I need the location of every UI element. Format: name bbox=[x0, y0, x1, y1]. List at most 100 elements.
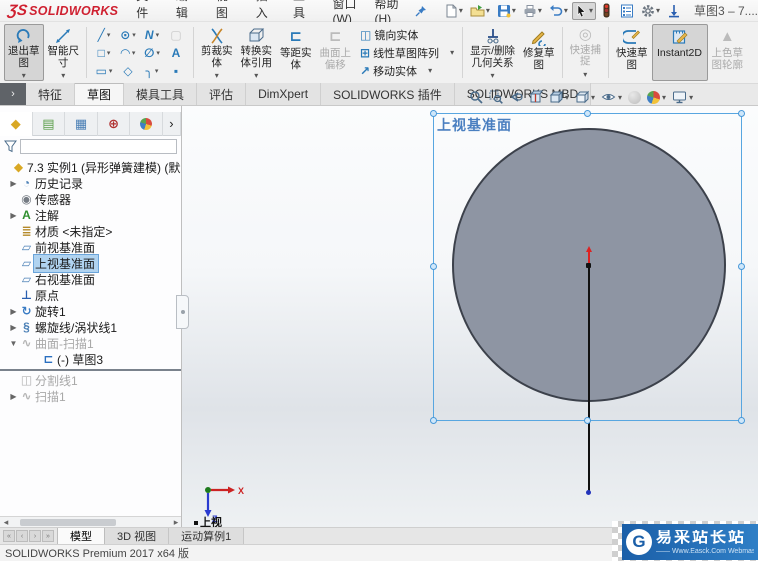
next-tab-button[interactable]: › bbox=[29, 530, 41, 542]
chevron-down-icon[interactable]: ▾ bbox=[491, 70, 495, 82]
scrollbar-thumb[interactable] bbox=[20, 518, 116, 526]
plane-handle[interactable] bbox=[584, 417, 591, 424]
mirror-entities-button[interactable]: ◫ 镜向实体 bbox=[357, 26, 457, 43]
featuremanager-tab[interactable]: ◆ bbox=[0, 111, 33, 136]
save-button[interactable]: ▾ bbox=[494, 2, 519, 20]
chevron-down-icon[interactable]: ▾ bbox=[156, 31, 160, 39]
tab-mold-tools[interactable]: 模具工具 bbox=[124, 83, 198, 105]
view-orientation-button[interactable]: ▾ bbox=[548, 89, 570, 105]
slot-tool[interactable]: ▭ ▾ bbox=[92, 64, 116, 78]
apply-scene-button[interactable]: ▾ bbox=[646, 90, 667, 105]
scrollbar-track[interactable] bbox=[12, 518, 170, 527]
tab-evaluate[interactable]: 评估 bbox=[197, 83, 247, 105]
chevron-down-icon[interactable]: ▾ bbox=[689, 93, 693, 102]
zoom-fit-button[interactable] bbox=[468, 89, 484, 105]
zoom-area-button[interactable] bbox=[488, 89, 504, 105]
tab-3d-views[interactable]: 3D 视图 bbox=[105, 528, 170, 544]
tree-item-material[interactable]: ≣ 材质 <未指定> bbox=[0, 223, 181, 239]
new-document-button[interactable]: ▾ bbox=[441, 2, 466, 20]
chevron-down-icon[interactable]: ▾ bbox=[215, 70, 219, 82]
tree-item-revolve1[interactable]: ▶ ↻ 旋转1 bbox=[0, 303, 181, 319]
select-tool-button[interactable]: ▾ bbox=[571, 1, 596, 20]
ellipse-tool[interactable]: ∅ ▾ bbox=[140, 46, 164, 60]
chevron-down-icon[interactable]: ▾ bbox=[656, 6, 660, 15]
point-tool[interactable]: ▪ bbox=[164, 64, 188, 78]
hide-show-items-button[interactable]: ▾ bbox=[600, 89, 623, 105]
chevron-down-icon[interactable]: ▾ bbox=[564, 6, 568, 15]
plane-handle[interactable] bbox=[738, 110, 745, 117]
chevron-down-icon[interactable]: ▾ bbox=[565, 93, 569, 102]
repair-sketch-button[interactable]: 修复草 图 bbox=[519, 24, 559, 81]
sketch-centerline[interactable] bbox=[588, 266, 590, 492]
tree-item-origin[interactable]: ⊥ 原点 bbox=[0, 287, 181, 303]
chevron-down-icon[interactable]: ▾ bbox=[538, 6, 542, 15]
display-delete-relations-button[interactable]: 显示/删除 几何关系 ▾ bbox=[466, 24, 519, 81]
offset-entities-button[interactable]: ⊏ 等距实 体 bbox=[276, 24, 316, 81]
tab-sketch[interactable]: 草图 bbox=[75, 83, 125, 105]
chevron-down-icon[interactable]: ▾ bbox=[450, 48, 454, 57]
chevron-down-icon[interactable]: ▾ bbox=[459, 6, 463, 15]
rollback-bar[interactable] bbox=[0, 369, 181, 371]
last-tab-button[interactable]: » bbox=[42, 530, 54, 542]
panel-splitter-handle[interactable] bbox=[176, 295, 189, 329]
tab-dimxpert[interactable]: DimXpert bbox=[246, 83, 322, 105]
exit-sketch-button[interactable]: 退出草 图 ▾ bbox=[4, 24, 44, 81]
tree-filter-input[interactable] bbox=[20, 139, 177, 154]
plane-handle[interactable] bbox=[738, 417, 745, 424]
text-tool[interactable]: A bbox=[164, 46, 188, 60]
plane-handle[interactable] bbox=[584, 110, 591, 117]
tree-item-top-plane[interactable]: ▱ 上视基准面 bbox=[0, 253, 181, 273]
chevron-down-icon[interactable]: ▾ bbox=[22, 70, 26, 82]
pin-menu-icon[interactable] bbox=[415, 5, 427, 17]
tree-item-right-plane[interactable]: ▱ 右视基准面 bbox=[0, 271, 181, 287]
tree-item-root[interactable]: ◆ 7.3 实例1 (异形弹簧建模) (默认<<默 bbox=[0, 159, 181, 175]
smart-dimension-button[interactable]: 智能尺 寸 ▾ bbox=[44, 24, 84, 81]
tree-item-surface-sweep1[interactable]: ▼ ∿ 曲面-扫描1 bbox=[0, 335, 181, 351]
display-style-button[interactable]: ▾ bbox=[574, 89, 596, 105]
line-endpoint[interactable] bbox=[586, 490, 591, 495]
arc-tool[interactable]: ◠ ▾ bbox=[116, 46, 140, 60]
tree-item-helix1[interactable]: ▶ § 螺旋线/涡状线1 bbox=[0, 319, 181, 335]
chevron-down-icon[interactable]: ▾ bbox=[662, 93, 666, 102]
tree-item-history[interactable]: ▶ ◔ 历史记录 bbox=[0, 175, 181, 191]
polygon-tool[interactable]: ◇ bbox=[116, 64, 140, 78]
circle-tool[interactable]: ⊙ ▾ bbox=[116, 28, 140, 42]
first-tab-button[interactable]: « bbox=[3, 530, 15, 542]
expand-arrow-icon[interactable]: ▶ bbox=[8, 211, 19, 220]
tree-item-front-plane[interactable]: ▱ 前视基准面 bbox=[0, 239, 181, 255]
undo-button[interactable]: ▾ bbox=[546, 2, 571, 20]
linear-sketch-pattern-button[interactable]: ⊞ 线性草图阵列 ▾ bbox=[357, 44, 457, 61]
chevron-down-icon[interactable]: ▾ bbox=[156, 49, 160, 57]
chevron-down-icon[interactable]: ▾ bbox=[618, 93, 622, 102]
expand-arrow-icon[interactable]: ▶ bbox=[8, 323, 19, 332]
move-entities-button[interactable]: ↗ 移动实体 ▾ bbox=[357, 62, 457, 79]
chevron-down-icon[interactable]: ▾ bbox=[107, 49, 111, 57]
tree-item-sensors[interactable]: ◉ 传感器 bbox=[0, 191, 181, 207]
tree-item-annotations[interactable]: ▶ A 注解 bbox=[0, 207, 181, 223]
scroll-right-icon[interactable]: ▸ bbox=[170, 517, 181, 527]
tree-item-sketch3[interactable]: ⊏ (-) 草图3 bbox=[0, 351, 181, 367]
spline-tool[interactable]: N ▾ bbox=[140, 28, 164, 42]
line-tool[interactable]: ╱ ▾ bbox=[92, 28, 116, 42]
chevron-down-icon[interactable]: ▾ bbox=[109, 67, 113, 75]
section-view-button[interactable] bbox=[528, 89, 544, 105]
plane-handle[interactable] bbox=[430, 263, 437, 270]
tab-add-ins[interactable]: SOLIDWORKS 插件 bbox=[321, 83, 455, 105]
print-button[interactable]: ▾ bbox=[520, 2, 545, 20]
chevron-down-icon[interactable]: ▾ bbox=[61, 70, 65, 82]
properties-button[interactable] bbox=[617, 2, 637, 20]
rebuild-button[interactable] bbox=[664, 2, 684, 20]
performance-evaluation-button[interactable] bbox=[597, 1, 616, 20]
propertymanager-tab[interactable]: ▤ bbox=[33, 111, 66, 136]
plane-handle[interactable] bbox=[430, 110, 437, 117]
tree-horizontal-scrollbar[interactable]: ◂ ▸ bbox=[0, 516, 181, 527]
tree-item-splitline1[interactable]: ◫ 分割线1 bbox=[0, 372, 181, 388]
fillet-tool[interactable]: ╮ ▾ bbox=[140, 64, 164, 78]
prev-tab-button[interactable]: ‹ bbox=[16, 530, 28, 542]
expand-arrow-icon[interactable]: ▶ bbox=[8, 307, 19, 316]
dimxpertmanager-tab[interactable]: ⊕ bbox=[98, 111, 131, 136]
options-button[interactable]: ▾ bbox=[638, 2, 663, 20]
chevron-down-icon[interactable]: ▾ bbox=[107, 31, 111, 39]
rectangle-tool[interactable]: □ ▾ bbox=[92, 46, 116, 60]
chevron-down-icon[interactable]: ▾ bbox=[132, 49, 136, 57]
